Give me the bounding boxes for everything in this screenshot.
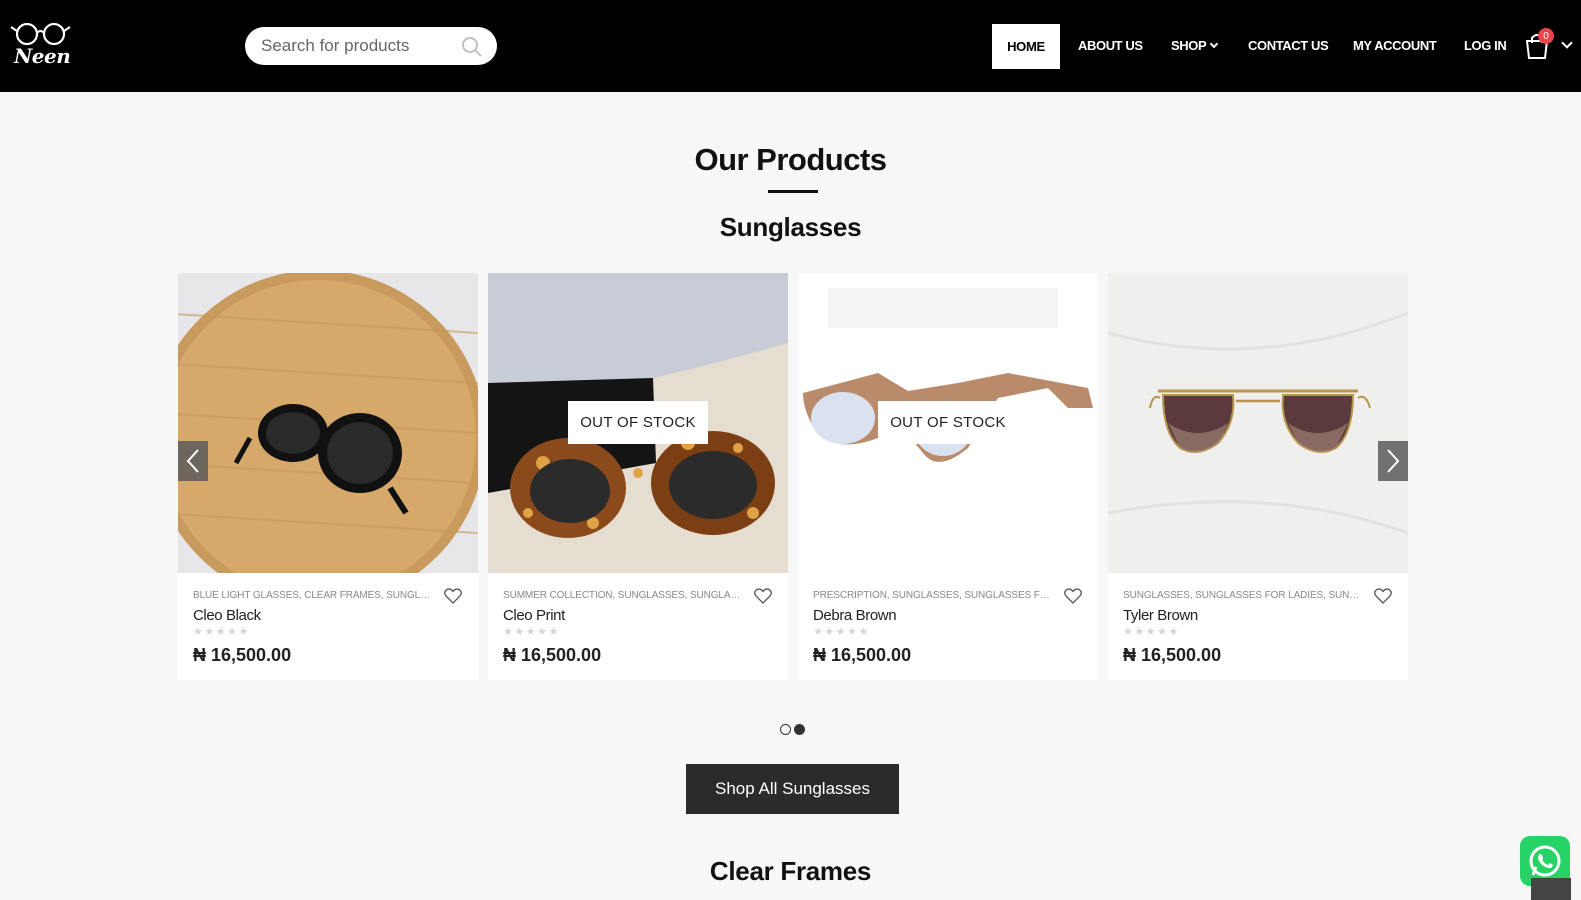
product-price: ₦ 16,500.00 bbox=[503, 645, 602, 665]
carousel-pagination bbox=[780, 722, 808, 740]
carousel-prev-button[interactable] bbox=[178, 441, 208, 481]
product-name[interactable]: Cleo Black bbox=[193, 607, 261, 624]
page-section-title: Our Products bbox=[694, 142, 887, 177]
rating-stars: ★★★★★ bbox=[1123, 626, 1180, 638]
product-card[interactable]: OUT OF STOCK SUMMER COLLECTION, SUNGLASS… bbox=[488, 273, 788, 680]
cart-count-badge: 0 bbox=[1538, 28, 1554, 44]
out-of-stock-label: OUT OF STOCK bbox=[878, 401, 1018, 444]
product-price: ₦ 16,500.00 bbox=[193, 645, 292, 665]
chevron-left-icon bbox=[186, 449, 199, 473]
wishlist-heart-icon[interactable] bbox=[444, 588, 462, 604]
nav-shop[interactable]: SHOP bbox=[1171, 38, 1219, 53]
rating-stars: ★★★★★ bbox=[503, 626, 560, 638]
product-categories[interactable]: PRESCRIPTION, SUNGLASSES, SUNGLASSES FOR… bbox=[813, 590, 1053, 601]
nav-about-us[interactable]: ABOUT US bbox=[1078, 38, 1143, 53]
product-image[interactable]: OUT OF STOCK bbox=[488, 273, 788, 573]
category-title-sunglasses: Sunglasses bbox=[719, 212, 862, 242]
product-name[interactable]: Tyler Brown bbox=[1123, 607, 1198, 624]
product-categories[interactable]: SUMMER COLLECTION, SUNGLASSES, SUNGLASSE… bbox=[503, 590, 743, 601]
chevron-right-icon bbox=[1387, 449, 1400, 473]
chevron-down-icon bbox=[1210, 39, 1219, 49]
product-image[interactable] bbox=[1108, 273, 1408, 573]
logo-wordmark: Neen bbox=[14, 44, 71, 68]
title-underline bbox=[768, 190, 818, 193]
nav-my-account[interactable]: MY ACCOUNT bbox=[1353, 38, 1437, 53]
nav-log-in[interactable]: LOG IN bbox=[1464, 38, 1507, 53]
nav-contact-us[interactable]: CONTACT US bbox=[1248, 38, 1329, 53]
whatsapp-icon bbox=[1529, 845, 1561, 877]
top-navigation-bar: Neen HOME ABOUT US SHOP CONTACT US MY AC… bbox=[0, 0, 1581, 92]
product-card[interactable]: SUNGLASSES, SUNGLASSES FOR LADIES, SUNGL… bbox=[1108, 273, 1408, 680]
product-image[interactable] bbox=[178, 273, 478, 573]
rating-stars: ★★★★★ bbox=[193, 626, 250, 638]
search-input[interactable] bbox=[261, 35, 451, 57]
wishlist-heart-icon[interactable] bbox=[754, 588, 772, 604]
out-of-stock-label: OUT OF STOCK bbox=[568, 401, 708, 444]
category-title-clear-frames: Clear Frames bbox=[709, 856, 872, 886]
shop-all-sunglasses-button[interactable]: Shop All Sunglasses bbox=[686, 764, 899, 814]
cart-dropdown-chevron-icon[interactable] bbox=[1561, 37, 1573, 49]
wishlist-heart-icon[interactable] bbox=[1064, 588, 1082, 604]
carousel-dot-1[interactable] bbox=[780, 724, 791, 735]
search-icon[interactable] bbox=[461, 36, 483, 58]
carousel-next-button[interactable] bbox=[1378, 441, 1408, 481]
scroll-to-top-button[interactable] bbox=[1531, 878, 1571, 900]
product-image[interactable]: OUT OF STOCK bbox=[798, 273, 1098, 573]
product-categories[interactable]: SUNGLASSES, SUNGLASSES FOR LADIES, SUNGL… bbox=[1123, 590, 1363, 601]
product-name[interactable]: Debra Brown bbox=[813, 607, 897, 624]
search-box bbox=[245, 27, 497, 65]
nav-home[interactable]: HOME bbox=[992, 24, 1060, 69]
rating-stars: ★★★★★ bbox=[813, 626, 870, 638]
product-categories[interactable]: BLUE LIGHT GLASSES, CLEAR FRAMES, SUNGLA… bbox=[193, 590, 433, 601]
nav-shop-label: SHOP bbox=[1171, 38, 1207, 53]
carousel-dot-2[interactable] bbox=[794, 724, 805, 735]
product-name[interactable]: Cleo Print bbox=[503, 607, 565, 624]
product-price: ₦ 16,500.00 bbox=[813, 645, 912, 665]
product-price: ₦ 16,500.00 bbox=[1123, 645, 1222, 665]
wishlist-heart-icon[interactable] bbox=[1374, 588, 1392, 604]
product-card[interactable]: BLUE LIGHT GLASSES, CLEAR FRAMES, SUNGLA… bbox=[178, 273, 478, 680]
product-card[interactable]: OUT OF STOCK PRESCRIPTION, SUNGLASSES, S… bbox=[798, 273, 1098, 680]
